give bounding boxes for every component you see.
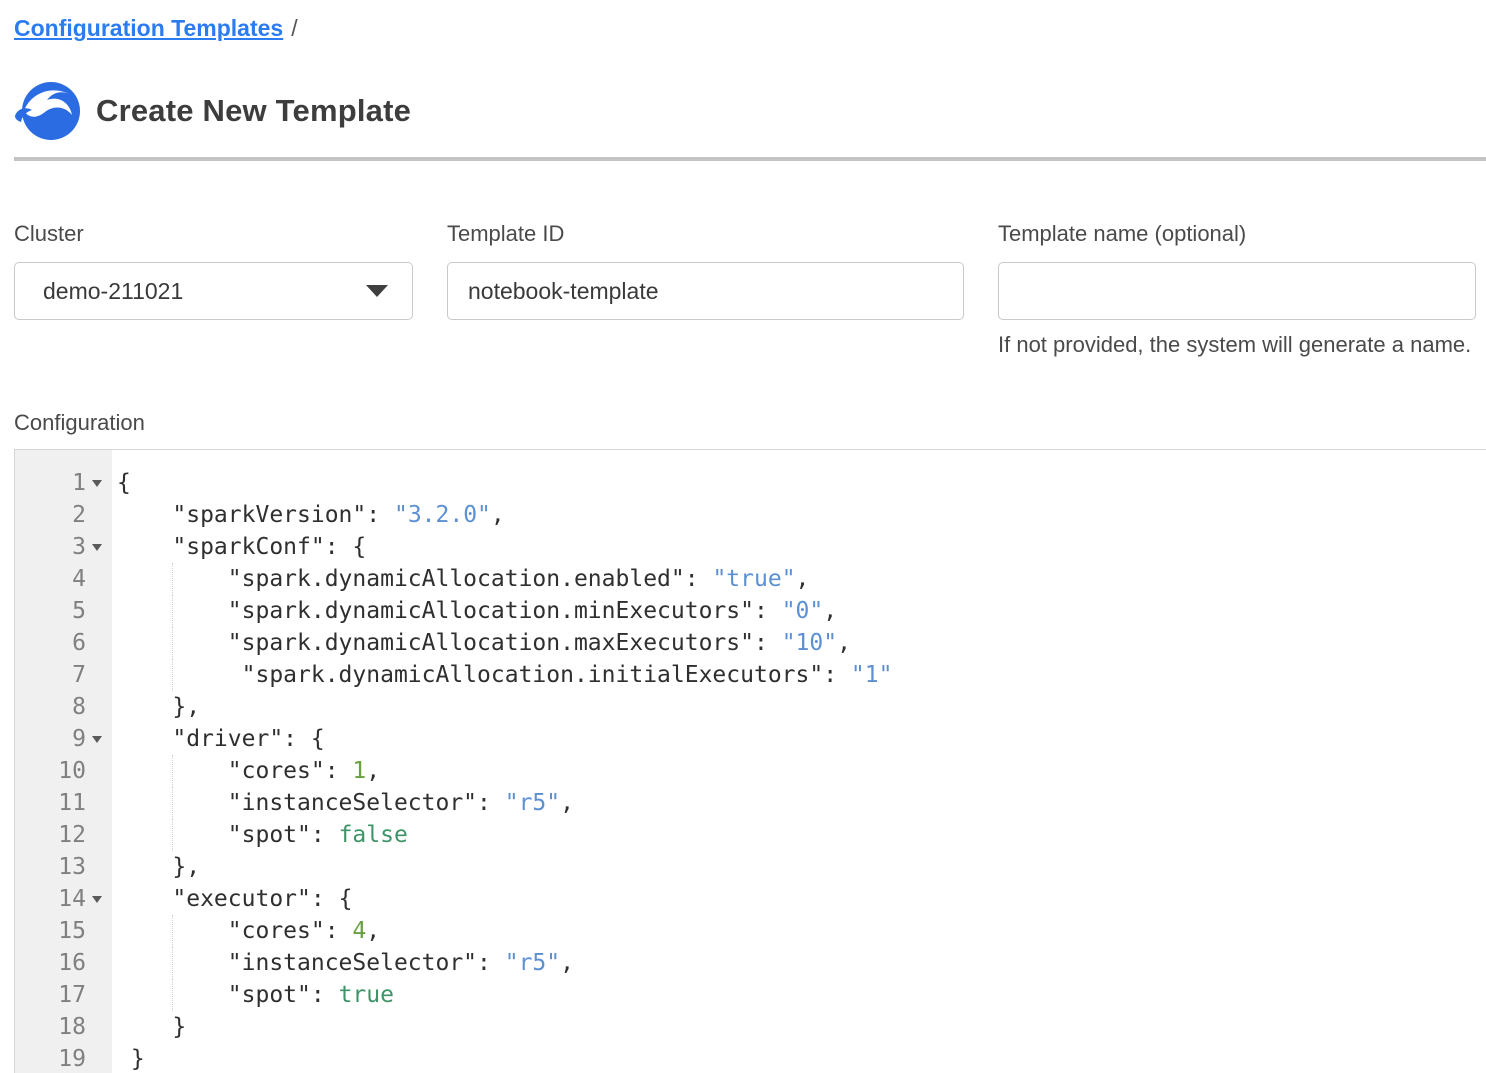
breadcrumb: Configuration Templates /	[14, 14, 1486, 42]
code-line-19[interactable]: }	[117, 1043, 1486, 1073]
line-number: 8	[72, 691, 86, 723]
cluster-field-group: Cluster demo-211021	[14, 221, 413, 358]
line-number: 13	[58, 851, 86, 883]
indent-guide	[172, 915, 173, 947]
gutter-line-6: 6	[15, 627, 112, 659]
code-line-17[interactable]: "spot": true	[117, 979, 1486, 1011]
line-number: 19	[58, 1043, 86, 1073]
line-number: 12	[58, 819, 86, 851]
indent-guide	[172, 947, 173, 979]
header-divider	[14, 157, 1486, 161]
template-id-field-group: Template ID	[447, 221, 964, 358]
code-line-3[interactable]: "sparkConf": {	[117, 531, 1486, 563]
gutter-line-8: 8	[15, 691, 112, 723]
page-title: Create New Template	[96, 93, 411, 129]
gutter-line-17: 17	[15, 979, 112, 1011]
breadcrumb-link-configuration-templates[interactable]: Configuration Templates	[14, 15, 283, 41]
template-name-helper-text: If not provided, the system will generat…	[998, 332, 1476, 358]
indent-guide	[172, 979, 173, 1011]
code-line-14[interactable]: "executor": {	[117, 883, 1486, 915]
indent-guide	[172, 563, 173, 595]
gutter-line-18: 18	[15, 1011, 112, 1043]
code-line-7[interactable]: "spark.dynamicAllocation.initialExecutor…	[117, 659, 1486, 691]
gutter-line-2: 2	[15, 499, 112, 531]
gutter-line-10: 10	[15, 755, 112, 787]
code-line-13[interactable]: },	[117, 851, 1486, 883]
indent-guide	[172, 627, 173, 659]
configuration-label: Configuration	[14, 410, 1486, 436]
gutter-line-19: 19	[15, 1043, 112, 1073]
line-number: 3	[72, 531, 86, 563]
gutter-line-16: 16	[15, 947, 112, 979]
line-number: 5	[72, 595, 86, 627]
code-line-10[interactable]: "cores": 1,	[117, 755, 1486, 787]
line-number: 1	[72, 467, 86, 499]
chevron-down-icon	[366, 285, 388, 297]
line-number: 2	[72, 499, 86, 531]
code-line-16[interactable]: "instanceSelector": "r5",	[117, 947, 1486, 979]
fold-toggle-icon[interactable]	[92, 896, 102, 903]
indent-guide	[172, 787, 173, 819]
cluster-select[interactable]: demo-211021	[14, 262, 413, 320]
template-name-input[interactable]	[998, 262, 1476, 320]
gutter-line-11: 11	[15, 787, 112, 819]
gutter-line-12: 12	[15, 819, 112, 851]
gutter-line-7: 7	[15, 659, 112, 691]
gutter-line-13: 13	[15, 851, 112, 883]
code-line-6[interactable]: "spark.dynamicAllocation.maxExecutors": …	[117, 627, 1486, 659]
gutter-line-15: 15	[15, 915, 112, 947]
line-number: 4	[72, 563, 86, 595]
code-line-15[interactable]: "cores": 4,	[117, 915, 1486, 947]
configuration-code-editor[interactable]: 1234567891011121314151617181920 { "spark…	[14, 449, 1486, 1073]
line-number: 11	[58, 787, 86, 819]
cluster-label: Cluster	[14, 221, 413, 247]
template-id-label: Template ID	[447, 221, 964, 247]
cluster-select-value: demo-211021	[43, 278, 366, 305]
editor-gutter: 1234567891011121314151617181920	[15, 450, 112, 1073]
code-line-9[interactable]: "driver": {	[117, 723, 1486, 755]
code-line-2[interactable]: "sparkVersion": "3.2.0",	[117, 499, 1486, 531]
editor-content[interactable]: { "sparkVersion": "3.2.0", "sparkConf": …	[112, 450, 1486, 1073]
gutter-line-14: 14	[15, 883, 112, 915]
code-line-11[interactable]: "instanceSelector": "r5",	[117, 787, 1486, 819]
code-line-4[interactable]: "spark.dynamicAllocation.enabled": "true…	[117, 563, 1486, 595]
fold-toggle-icon[interactable]	[92, 480, 102, 487]
line-number: 18	[58, 1011, 86, 1043]
ocean-wave-logo-icon	[14, 80, 80, 142]
line-number: 7	[72, 659, 86, 691]
indent-guide	[172, 595, 173, 627]
line-number: 15	[58, 915, 86, 947]
line-number: 14	[58, 883, 86, 915]
line-number: 10	[58, 755, 86, 787]
gutter-line-3: 3	[15, 531, 112, 563]
gutter-line-4: 4	[15, 563, 112, 595]
indent-guide	[172, 659, 173, 691]
line-number: 16	[58, 947, 86, 979]
page-header: Create New Template	[14, 80, 1486, 142]
create-template-page: Configuration Templates / Create New Temp…	[0, 0, 1486, 1073]
indent-guide	[172, 819, 173, 851]
fold-toggle-icon[interactable]	[92, 736, 102, 743]
code-line-18[interactable]: }	[117, 1011, 1486, 1043]
template-name-label: Template name (optional)	[998, 221, 1476, 247]
code-line-1[interactable]: {	[117, 467, 1486, 499]
line-number: 17	[58, 979, 86, 1011]
line-number: 9	[72, 723, 86, 755]
indent-guide	[172, 755, 173, 787]
template-name-field-group: Template name (optional) If not provided…	[998, 221, 1476, 358]
code-line-8[interactable]: },	[117, 691, 1486, 723]
line-number: 6	[72, 627, 86, 659]
gutter-line-1: 1	[15, 467, 112, 499]
breadcrumb-separator: /	[291, 15, 297, 41]
gutter-line-9: 9	[15, 723, 112, 755]
code-line-12[interactable]: "spot": false	[117, 819, 1486, 851]
gutter-line-5: 5	[15, 595, 112, 627]
fold-toggle-icon[interactable]	[92, 544, 102, 551]
template-form: Cluster demo-211021 Template ID Template…	[14, 221, 1486, 358]
template-id-input[interactable]	[447, 262, 964, 320]
code-line-5[interactable]: "spark.dynamicAllocation.minExecutors": …	[117, 595, 1486, 627]
